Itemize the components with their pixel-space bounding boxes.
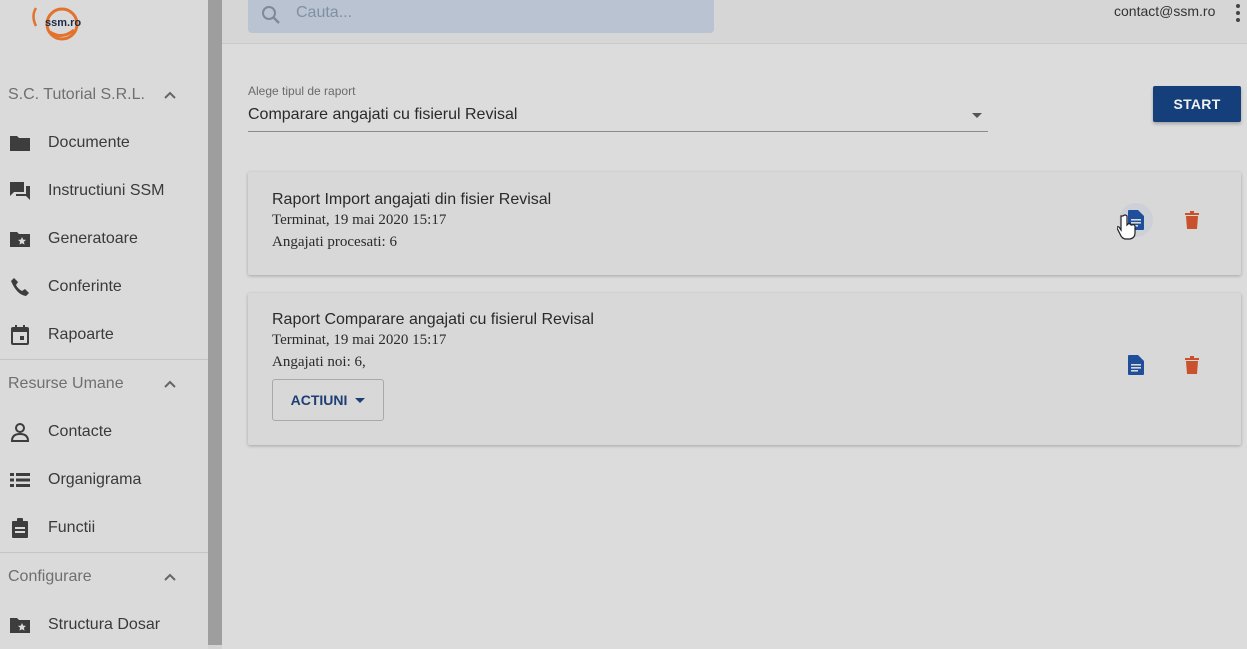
sidebar: ssm.ro S.C. Tutorial S.R.L. Documente In… [0, 0, 208, 649]
document-icon [1128, 355, 1144, 375]
view-report-button[interactable] [1119, 348, 1153, 382]
section-header-label: S.C. Tutorial S.R.L. [8, 86, 145, 103]
user-email[interactable]: contact@ssm.ro [1114, 3, 1215, 19]
sidebar-item-label: Generatoare [48, 230, 138, 247]
svg-text:ssm.ro: ssm.ro [45, 17, 81, 29]
report-status: Terminat, 19 mai 2020 15:17 [272, 212, 447, 228]
search-icon [262, 6, 280, 24]
actions-label: ACTIUNI [290, 392, 348, 408]
sidebar-item-label: Organigrama [48, 471, 142, 488]
folder-star-icon [9, 614, 31, 636]
forum-icon [9, 180, 31, 202]
sidebar-scrollbar-thumb[interactable] [208, 0, 222, 645]
folder-icon [9, 132, 31, 154]
chevron-up-icon [164, 380, 176, 388]
dropdown-arrow-icon [355, 397, 366, 403]
sidebar-item-rapoarte[interactable]: Rapoarte [0, 311, 208, 359]
report-card: Raport Import angajati din fisier Revisa… [248, 172, 1241, 275]
sidebar-item-documente[interactable]: Documente [0, 119, 208, 167]
ssm-logo[interactable]: ssm.ro [28, 2, 84, 46]
sidebar-item-label: Rapoarte [48, 326, 114, 343]
start-button[interactable]: START [1153, 86, 1241, 122]
sidebar-item-label: Documente [48, 134, 130, 151]
report-type-value: Comparare angajati cu fisierul Revisal [248, 106, 518, 123]
sidebar-item-label: Functii [48, 519, 96, 536]
folder-star-icon [9, 228, 31, 250]
report-detail: Angajati procesati: 6 [272, 234, 397, 250]
sidebar-item-conferinte[interactable]: Conferinte [0, 263, 208, 311]
phone-icon [9, 276, 31, 298]
sidebar-item-instructiuni[interactable]: Instructiuni SSM [0, 167, 208, 215]
sidebar-item-functii[interactable]: Functii [0, 504, 208, 552]
sidebar-item-organigrama[interactable]: Organigrama [0, 456, 208, 504]
search-input[interactable] [296, 0, 696, 26]
topbar: contact@ssm.ro [222, 0, 1247, 44]
section-header-configurare[interactable]: Configurare [0, 553, 208, 601]
actions-dropdown-button[interactable]: ACTIUNI [272, 379, 384, 421]
section-header-label: Configurare [8, 568, 92, 585]
search-box[interactable] [248, 0, 714, 33]
chevron-up-icon [164, 573, 176, 581]
list-icon [9, 469, 31, 491]
report-type-select[interactable]: Comparare angajati cu fisierul Revisal [248, 103, 988, 132]
more-vert-icon[interactable] [1233, 3, 1243, 23]
sidebar-scrollbar[interactable] [208, 0, 222, 649]
report-detail: Angajati noi: 6, [272, 354, 366, 370]
dropdown-arrow-icon [972, 113, 982, 118]
section-header-resurse-umane[interactable]: Resurse Umane [0, 360, 208, 408]
sidebar-item-label: Contacte [48, 423, 113, 440]
trash-icon [1185, 211, 1199, 229]
person-icon [9, 421, 31, 443]
hand-cursor-icon [1117, 214, 1136, 240]
chevron-up-icon [164, 91, 176, 99]
trash-icon [1185, 356, 1199, 374]
sidebar-item-label: Structura Dosar [48, 616, 161, 633]
report-status: Terminat, 19 mai 2020 15:17 [272, 332, 447, 348]
report-title: Raport Import angajati din fisier Revisa… [272, 191, 552, 208]
logo-icon: ssm.ro [32, 7, 81, 41]
clipboard-icon [9, 517, 31, 539]
section-header-label: Resurse Umane [8, 375, 124, 392]
calendar-icon [9, 324, 31, 346]
sidebar-item-contacte[interactable]: Contacte [0, 408, 208, 456]
delete-report-button[interactable] [1177, 205, 1207, 235]
section-header-company[interactable]: S.C. Tutorial S.R.L. [0, 71, 208, 119]
sidebar-item-label: Conferinte [48, 278, 122, 295]
report-card: Raport Comparare angajati cu fisierul Re… [248, 293, 1241, 445]
delete-report-button[interactable] [1177, 350, 1207, 380]
sidebar-item-structura-dosar[interactable]: Structura Dosar [0, 601, 208, 649]
sidebar-item-label: Instructiuni SSM [48, 182, 165, 199]
report-title: Raport Comparare angajati cu fisierul Re… [272, 311, 594, 328]
sidebar-item-generatoare[interactable]: Generatoare [0, 215, 208, 263]
report-type-label: Alege tipul de raport [248, 84, 356, 98]
